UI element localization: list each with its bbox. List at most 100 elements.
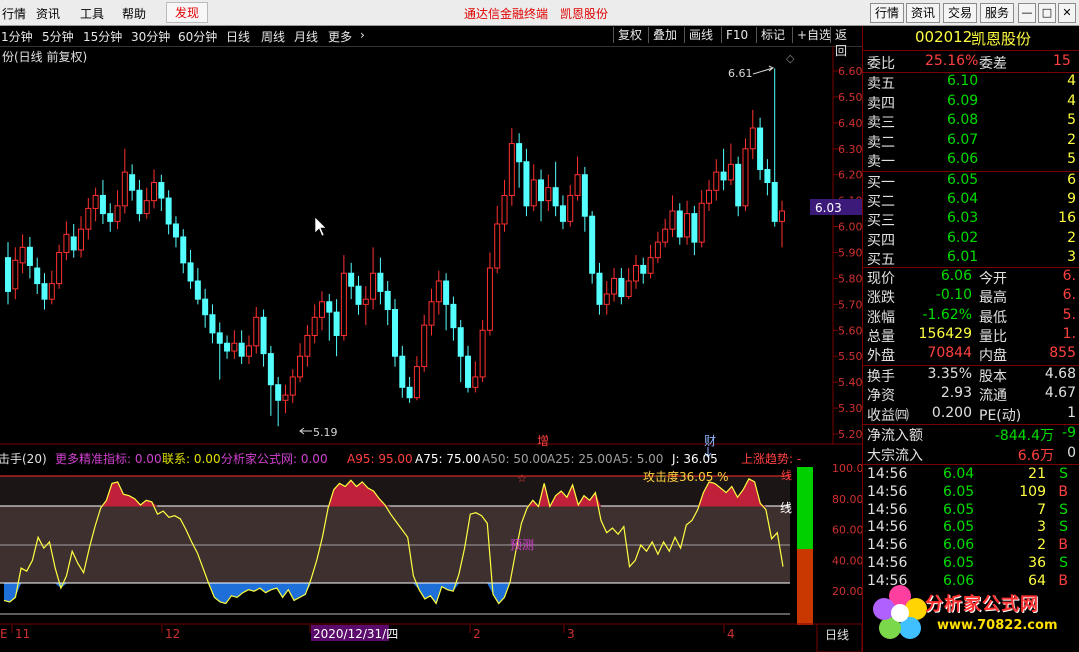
buy-volume: 6 — [1067, 172, 1076, 188]
tick-time: 14:56 — [867, 501, 908, 518]
tool-draw[interactable]: 画线 — [684, 27, 717, 43]
quote-panel: 002012 凯恩股份 委比 25.16% 委差 15 卖五 6.10 4 卖四 6.0… — [862, 26, 1079, 652]
sell-row: 卖一 6.06 5 — [863, 151, 1079, 170]
trend-bar-green — [797, 467, 813, 549]
period-60min[interactable]: 60分钟 — [178, 28, 217, 45]
maximize-icon[interactable]: □ — [1038, 3, 1056, 23]
flow-extra: 0 — [1067, 444, 1076, 461]
candle-body — [326, 301, 333, 313]
candle-body — [632, 264, 639, 282]
indicator-legend-item: 联系: 0.00 — [162, 452, 221, 466]
menu-item-market[interactable]: 行情 — [2, 5, 26, 22]
flow-row: 净流入额 -844.4万 -9 — [863, 425, 1079, 444]
price-tick-label: 6.60 — [838, 65, 862, 78]
menu-item-news[interactable]: 资讯 — [36, 5, 60, 22]
sell-label: 卖三 — [867, 115, 895, 131]
minimize-icon[interactable]: — — [1018, 3, 1036, 23]
buy-row: 买三 6.03 16 — [863, 210, 1079, 229]
stat-value: 6. — [1062, 268, 1076, 284]
tick-row: 14:56 6.05 3 S — [863, 519, 1079, 538]
candle-body — [494, 223, 501, 269]
candle-body — [209, 314, 216, 334]
menu-item-help[interactable]: 帮助 — [122, 5, 146, 22]
candle-body — [669, 210, 676, 230]
top-button-market[interactable]: 行情 — [870, 3, 904, 23]
indicator-legend-item: J: 36.05 — [671, 452, 718, 466]
tool-restore-rights[interactable]: 复权 — [613, 27, 646, 43]
candle-body — [406, 386, 413, 399]
price-tick-label: 5.20 — [838, 428, 862, 441]
candle-body — [231, 342, 238, 352]
sell-row: 卖三 6.08 5 — [863, 112, 1079, 131]
candle-body — [245, 345, 252, 357]
candle-body — [727, 163, 734, 181]
candle-body — [472, 376, 479, 388]
top-button-news[interactable]: 资讯 — [906, 3, 940, 23]
candle-body — [742, 148, 749, 207]
sell-volume: 5 — [1067, 151, 1076, 167]
stat-row: 外盘 70844 内盘 855 — [863, 345, 1079, 364]
candle-body — [625, 280, 632, 298]
candle-body — [392, 309, 398, 357]
flow-value: 6.6万 — [1017, 447, 1054, 464]
close-icon[interactable]: ✕ — [1058, 3, 1076, 23]
candle-body — [552, 187, 559, 207]
date-label: 2 — [473, 627, 481, 641]
tool-back[interactable]: 返回 — [830, 27, 862, 58]
period-15min[interactable]: 15分钟 — [83, 28, 122, 45]
period-5min[interactable]: 5分钟 — [42, 28, 74, 45]
period-daily[interactable]: 日线 — [226, 28, 250, 45]
chart-area[interactable]: 份(日线 前复权) 6.606.506.406.306.206.106.005.… — [0, 46, 862, 652]
date-label: 3 — [567, 627, 575, 641]
candle-body — [311, 316, 318, 336]
stat-label: 量比 — [979, 328, 1007, 345]
price-pane: 份(日线 前复权) 6.606.506.406.306.206.106.005.… — [0, 46, 862, 458]
candle-body — [238, 342, 245, 357]
candle-body — [297, 355, 304, 378]
candle-body — [348, 272, 355, 287]
tick-side: B — [1058, 483, 1068, 500]
stat-value: 70844 — [927, 345, 972, 362]
buy-label: 买五 — [867, 251, 895, 268]
candle-body — [136, 189, 143, 215]
discover-button[interactable]: 发现 — [166, 2, 209, 23]
tick-price: 6.06 — [943, 537, 975, 554]
tool-add-favorite[interactable]: +自选 — [792, 27, 835, 43]
top-button-trade[interactable]: 交易 — [943, 3, 977, 23]
price-tick-label: 5.60 — [838, 324, 862, 337]
price-tick-label: 6.50 — [838, 91, 862, 104]
sell-volume: 4 — [1067, 73, 1076, 89]
candle-body — [530, 179, 537, 207]
indicator-legend-item: 上涨趋势: - — [741, 451, 801, 466]
tool-f10[interactable]: F10 — [721, 27, 752, 43]
candle-body — [603, 293, 610, 305]
period-weekly[interactable]: 周线 — [261, 28, 285, 45]
candle-body — [224, 342, 231, 352]
candle-body — [384, 290, 391, 311]
flower-logo-icon — [873, 585, 927, 639]
top-button-service[interactable]: 服务 — [980, 3, 1014, 23]
period-1min[interactable]: 1分钟 — [1, 28, 33, 45]
date-label: 2020/12/31/四 — [313, 627, 398, 641]
date-label: 11 — [15, 627, 30, 641]
period-more[interactable]: 更多 — [328, 28, 352, 45]
candle-body — [501, 194, 508, 225]
candle-body — [158, 181, 165, 199]
tool-overlay[interactable]: 叠加 — [648, 27, 681, 43]
indicator-name: 击手(20) — [0, 452, 47, 466]
menu-item-tools[interactable]: 工具 — [80, 5, 104, 22]
tool-mark[interactable]: 标记 — [756, 27, 789, 43]
stat-value: -1.62% — [922, 306, 972, 323]
flow-label: 大宗流入 — [867, 447, 923, 464]
period-monthly[interactable]: 月线 — [294, 28, 318, 45]
candle-body — [92, 194, 99, 209]
chevron-right-icon[interactable]: › — [360, 28, 365, 42]
candle-body — [362, 298, 369, 305]
candle-body — [413, 366, 420, 399]
tick-time: 14:56 — [867, 537, 908, 554]
buy-volume: 2 — [1067, 229, 1076, 246]
stat-value: -0.10 — [935, 287, 972, 304]
watermark-url: www.70822.com — [937, 618, 1058, 633]
stock-code: 002012 — [915, 28, 973, 46]
period-30min[interactable]: 30分钟 — [131, 28, 170, 45]
